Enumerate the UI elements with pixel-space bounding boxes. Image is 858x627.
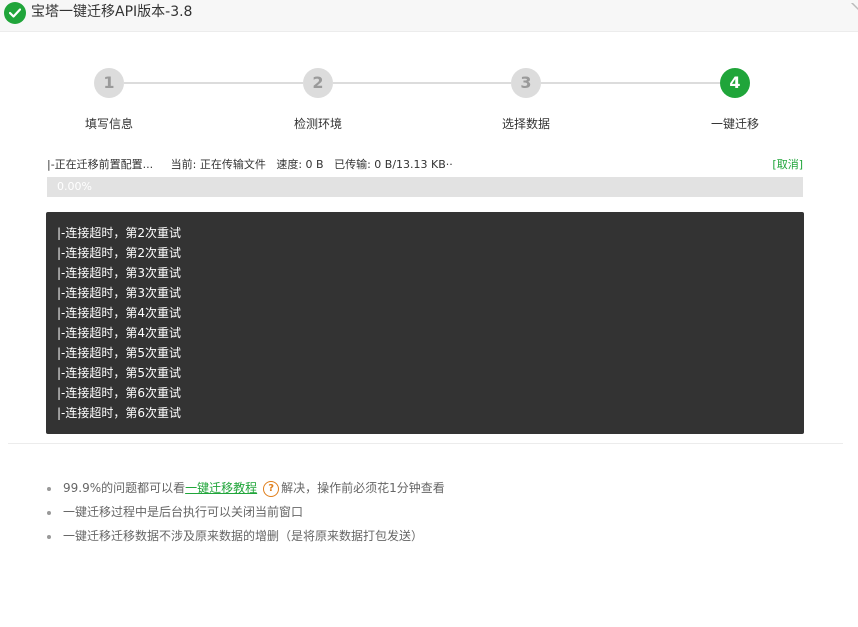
step-number: 4	[720, 68, 750, 98]
transfer-status-text: |-正在迁移前置配置... 当前: 正在传输文件 速度: 0 B 已传输: 0 …	[47, 158, 453, 171]
tip-text: 99.9%的问题都可以看	[63, 481, 186, 495]
step-number: 1	[94, 68, 124, 98]
help-icon[interactable]: ?	[263, 480, 280, 497]
step-connector-2	[333, 82, 511, 84]
progress-label: 0.00%	[57, 180, 92, 193]
step-check-env: 2 检测环境	[278, 68, 358, 132]
step-connector-1	[124, 82, 303, 84]
close-icon	[849, 0, 858, 11]
step-fill-info: 1 填写信息	[69, 68, 149, 132]
tip-item: 99.9%的问题都可以看一键迁移教程? 解决，操作前必须花1分钟查看	[0, 478, 858, 502]
tip-item: 一键迁移过程中是后台执行可以关闭当前窗口	[0, 502, 858, 526]
transfer-status: |-正在迁移前置配置... 当前: 正在传输文件 速度: 0 B 已传输: 0 …	[47, 156, 803, 172]
tip-text: 一键迁移过程中是后台执行可以关闭当前窗口	[63, 505, 304, 519]
log-line: |-连接超时，第2次重试	[57, 246, 182, 260]
tips-list: 99.9%的问题都可以看一键迁移教程? 解决，操作前必须花1分钟查看 一键迁移过程…	[0, 478, 858, 550]
log-line: |-连接超时，第2次重试	[57, 226, 182, 240]
step-number: 2	[303, 68, 333, 98]
log-line: |-连接超时，第5次重试	[57, 366, 182, 380]
step-migrate: 4 一键迁移	[695, 68, 775, 132]
tip-item: 一键迁移迁移数据不涉及原来数据的增删（是将原来数据打包发送）	[0, 526, 858, 550]
log-line: |-连接超时，第3次重试	[57, 286, 182, 300]
step-label: 检测环境	[293, 117, 342, 131]
progress-bar: 0.00%	[47, 177, 803, 197]
cancel-button[interactable]: [取消]	[772, 156, 803, 172]
title-bar: 宝塔一键迁移API版本-3.8	[0, 0, 858, 32]
step-number: 3	[511, 68, 541, 98]
divider	[8, 443, 843, 444]
log-line: |-连接超时，第6次重试	[57, 386, 182, 400]
tutorial-link[interactable]: 一键迁移教程	[185, 481, 257, 495]
close-button[interactable]	[844, 0, 858, 12]
log-line: |-连接超时，第4次重试	[57, 306, 182, 320]
log-line: |-连接超时，第3次重试	[57, 266, 182, 280]
step-select-data: 3 选择数据	[486, 68, 566, 132]
tip-text: 一键迁移迁移数据不涉及原来数据的增删（是将原来数据打包发送）	[63, 529, 424, 543]
step-label: 一键迁移	[710, 117, 759, 131]
window-title: 宝塔一键迁移API版本-3.8	[31, 4, 193, 20]
log-console: |-连接超时，第2次重试 |-连接超时，第2次重试 |-连接超时，第3次重试 |…	[46, 212, 804, 434]
log-line: |-连接超时，第6次重试	[57, 406, 182, 420]
check-circle-icon	[4, 2, 26, 24]
log-line: |-连接超时，第5次重试	[57, 346, 182, 360]
log-line: |-连接超时，第4次重试	[57, 326, 182, 340]
step-label: 填写信息	[84, 117, 133, 131]
tip-text: 解决，操作前必须花1分钟查看	[281, 481, 445, 495]
step-connector-3	[541, 82, 720, 84]
step-label: 选择数据	[501, 117, 550, 131]
